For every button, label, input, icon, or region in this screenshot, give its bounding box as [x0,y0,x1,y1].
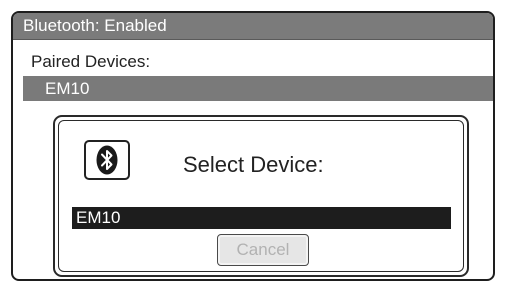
paired-devices-label: Paired Devices: [31,52,151,71]
bluetooth-icon [96,145,118,175]
device-list-item[interactable]: EM10 [72,207,451,229]
bluetooth-window: Bluetooth: Enabled Paired Devices: EM10 … [11,11,495,281]
bluetooth-icon-frame [84,140,130,180]
dialog-inner-border: Select Device: EM10 Cancel [58,120,464,272]
paired-device-name: EM10 [45,79,90,98]
title-bar: Bluetooth: Enabled [13,13,493,40]
paired-device-row[interactable]: EM10 [23,76,493,101]
device-name: EM10 [76,208,121,227]
cancel-button[interactable]: Cancel [217,234,309,266]
select-device-dialog: Select Device: EM10 Cancel [53,115,469,277]
select-device-title: Select Device: [183,152,324,177]
window-title: Bluetooth: Enabled [23,16,167,35]
